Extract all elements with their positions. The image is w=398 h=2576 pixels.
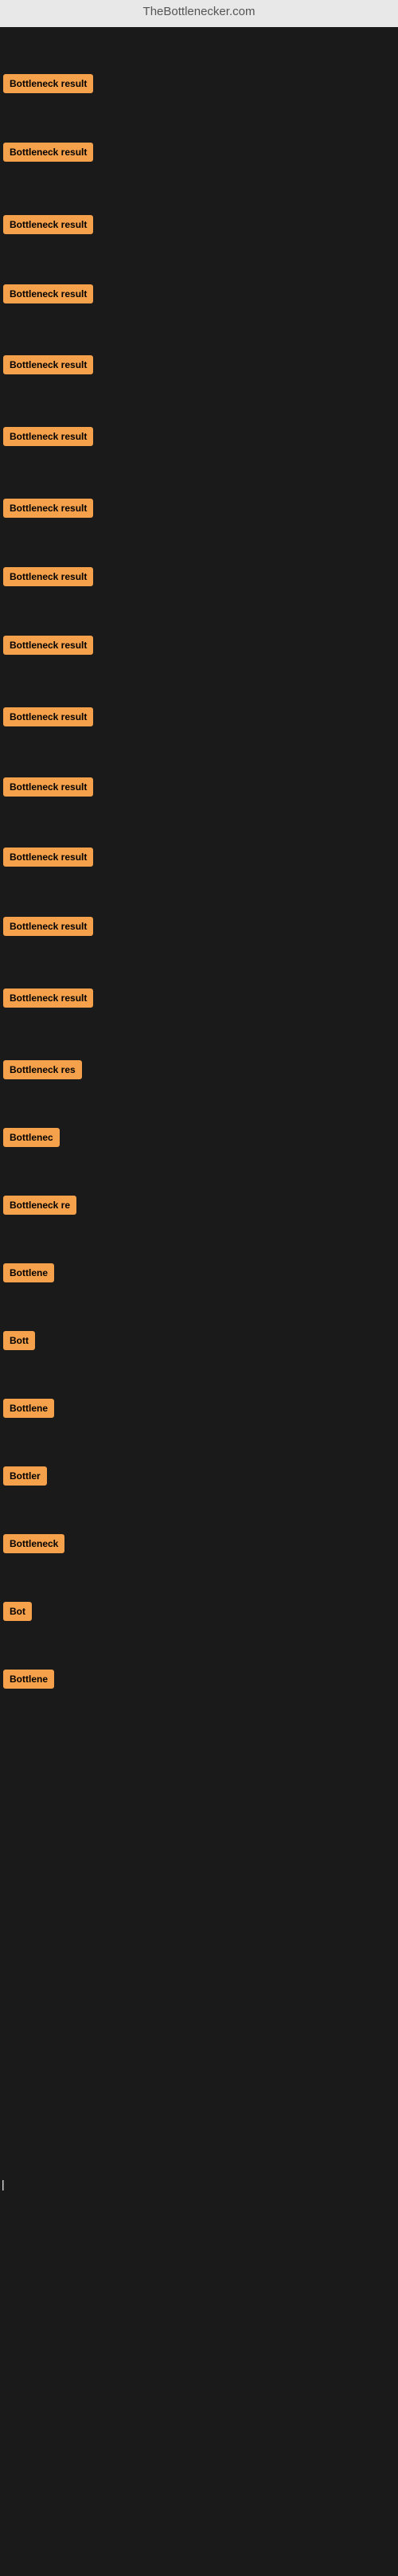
bottleneck-row-15[interactable]: Bottleneck res <box>0 1059 82 1085</box>
bottleneck-badge[interactable]: Bottleneck result <box>3 355 93 374</box>
bottleneck-row-16[interactable]: Bottlenec <box>0 1126 60 1153</box>
bottleneck-badge[interactable]: Bot <box>3 1602 32 1621</box>
bottleneck-badge[interactable]: Bottleneck result <box>3 917 93 936</box>
bottleneck-row-4[interactable]: Bottleneck result <box>0 283 93 309</box>
bottleneck-badge[interactable]: Bottleneck result <box>3 567 93 586</box>
bottleneck-row-18[interactable]: Bottlene <box>0 1262 54 1288</box>
bottleneck-badge[interactable]: Bottlene <box>3 1399 54 1418</box>
bottleneck-badge[interactable]: Bottleneck result <box>3 284 93 303</box>
bottleneck-row-23[interactable]: Bot <box>0 1600 32 1627</box>
cursor-indicator: | <box>2 2178 5 2190</box>
bottleneck-row-5[interactable]: Bottleneck result <box>0 354 93 380</box>
bottleneck-row-17[interactable]: Bottleneck re <box>0 1194 76 1220</box>
bottleneck-badge[interactable]: Bottleneck result <box>3 707 93 726</box>
items-container: Bottleneck result Bottleneck result Bottle… <box>0 27 398 2576</box>
bottleneck-row-20[interactable]: Bottlene <box>0 1397 54 1423</box>
bottleneck-badge[interactable]: Bottlene <box>3 1263 54 1282</box>
bottleneck-row-14[interactable]: Bottleneck result <box>0 987 93 1013</box>
page-wrapper: TheBottlenecker.com Bottleneck resultBot… <box>0 0 398 2576</box>
bottleneck-row-12[interactable]: Bottleneck result <box>0 846 93 872</box>
bottleneck-row-1[interactable]: Bottleneck result <box>0 72 93 99</box>
bottleneck-badge[interactable]: Bottleneck result <box>3 989 93 1008</box>
bottleneck-row-21[interactable]: Bottler <box>0 1465 47 1491</box>
bottleneck-badge[interactable]: Bottleneck result <box>3 215 93 234</box>
bottleneck-row-6[interactable]: Bottleneck result <box>0 425 93 452</box>
bottleneck-badge[interactable]: Bottleneck result <box>3 499 93 518</box>
bottleneck-badge[interactable]: Bottleneck result <box>3 74 93 93</box>
site-title: TheBottlenecker.com <box>143 5 256 18</box>
bottleneck-row-8[interactable]: Bottleneck result <box>0 566 93 592</box>
bottleneck-row-3[interactable]: Bottleneck result <box>0 213 93 240</box>
bottleneck-row-11[interactable]: Bottleneck result <box>0 776 93 802</box>
bottleneck-badge[interactable]: Bott <box>3 1331 35 1350</box>
bottleneck-row-7[interactable]: Bottleneck result <box>0 497 93 523</box>
bottleneck-badge[interactable]: Bottleneck result <box>3 427 93 446</box>
bottleneck-row-22[interactable]: Bottleneck <box>0 1533 64 1559</box>
bottleneck-badge[interactable]: Bottlenec <box>3 1128 60 1147</box>
bottleneck-badge[interactable]: Bottleneck re <box>3 1196 76 1215</box>
bottleneck-row-10[interactable]: Bottleneck result <box>0 706 93 732</box>
bottleneck-badge[interactable]: Bottlene <box>3 1670 54 1689</box>
bottleneck-badge[interactable]: Bottleneck result <box>3 848 93 867</box>
site-header: TheBottlenecker.com <box>0 0 398 27</box>
bottleneck-badge[interactable]: Bottleneck result <box>3 777 93 797</box>
bottleneck-badge[interactable]: Bottleneck result <box>3 636 93 655</box>
bottleneck-row-13[interactable]: Bottleneck result <box>0 915 93 942</box>
bottleneck-badge[interactable]: Bottler <box>3 1466 47 1486</box>
bottleneck-row-24[interactable]: Bottlene <box>0 1668 54 1694</box>
bottleneck-badge[interactable]: Bottleneck result <box>3 143 93 162</box>
bottleneck-row-19[interactable]: Bott <box>0 1329 35 1356</box>
bottleneck-badge[interactable]: Bottleneck <box>3 1534 64 1553</box>
bottleneck-row-2[interactable]: Bottleneck result <box>0 141 93 167</box>
bottleneck-badge[interactable]: Bottleneck res <box>3 1060 82 1079</box>
bottleneck-row-9[interactable]: Bottleneck result <box>0 634 93 660</box>
